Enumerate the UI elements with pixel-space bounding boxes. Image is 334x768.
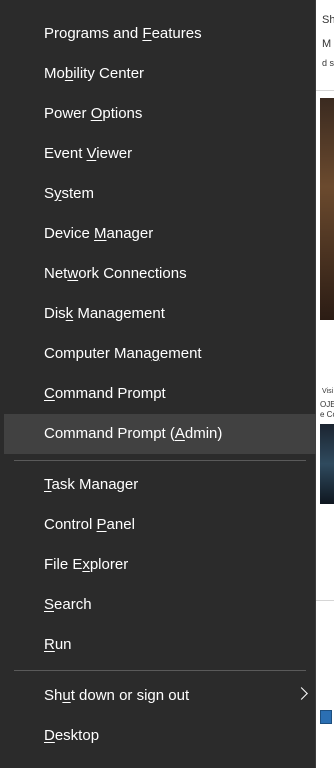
menu-item-system[interactable]: System [4,174,316,214]
menu-item-label: Command Prompt [44,385,166,402]
menu-item-task-manager[interactable]: Task Manager [4,465,316,505]
menu-item-mobility-center[interactable]: Mobility Center [4,54,316,94]
menu-item-command-prompt-admin[interactable]: Command Prompt (Admin) [4,414,316,454]
background-text: Visi [322,388,334,395]
menu-item-computer-management[interactable]: Computer Management [4,334,316,374]
menu-item-label: Run [44,636,72,653]
background-divider [316,600,334,601]
background-photo [320,98,334,320]
menu-item-label: Command Prompt (Admin) [44,425,223,442]
menu-item-label: Control Panel [44,516,135,533]
chevron-right-icon [295,687,308,700]
menu-item-shut-down-or-sign-out[interactable]: Shut down or sign out [4,676,316,716]
menu-item-label: Shut down or sign out [44,687,190,704]
menu-item-label: Mobility Center [44,65,145,82]
menu-item-label: Event Viewer [44,145,133,162]
menu-item-run[interactable]: Run [4,625,316,665]
menu-item-desktop[interactable]: Desktop [4,716,316,756]
menu-item-label: File Explorer [44,556,129,573]
menu-item-label: Task Manager [44,476,139,493]
menu-item-label: Search [44,596,92,613]
background-divider [316,90,334,91]
menu-item-label: Desktop [44,727,100,744]
background-app-window: Sh M d se Visi OJECT e Co [316,0,334,768]
menu-separator [14,670,306,671]
menu-item-search[interactable]: Search [4,585,316,625]
menu-item-label: Programs and Features [44,25,202,42]
background-text: M [322,38,332,50]
menu-item-label: Device Manager [44,225,154,242]
menu-item-device-manager[interactable]: Device Manager [4,214,316,254]
background-text: e Co [320,410,334,419]
menu-item-file-explorer[interactable]: File Explorer [4,545,316,585]
background-photo [320,424,334,504]
background-text: OJECT [320,400,334,409]
background-icon [320,710,332,724]
menu-item-programs-and-features[interactable]: Programs and Features [4,14,316,54]
menu-item-label: Computer Management [44,345,202,362]
menu-item-command-prompt[interactable]: Command Prompt [4,374,316,414]
menu-separator [14,460,306,461]
menu-item-disk-management[interactable]: Disk Management [4,294,316,334]
menu-item-power-options[interactable]: Power Options [4,94,316,134]
menu-item-label: System [44,185,95,202]
menu-item-label: Network Connections [44,265,187,282]
menu-item-control-panel[interactable]: Control Panel [4,505,316,545]
background-text: Sh [322,14,334,26]
menu-item-label: Disk Management [44,305,165,322]
power-user-menu: Programs and Features Mobility Center Po… [0,0,316,768]
menu-item-event-viewer[interactable]: Event Viewer [4,134,316,174]
menu-item-label: Power Options [44,105,143,122]
background-text: d se [322,58,334,68]
menu-item-network-connections[interactable]: Network Connections [4,254,316,294]
